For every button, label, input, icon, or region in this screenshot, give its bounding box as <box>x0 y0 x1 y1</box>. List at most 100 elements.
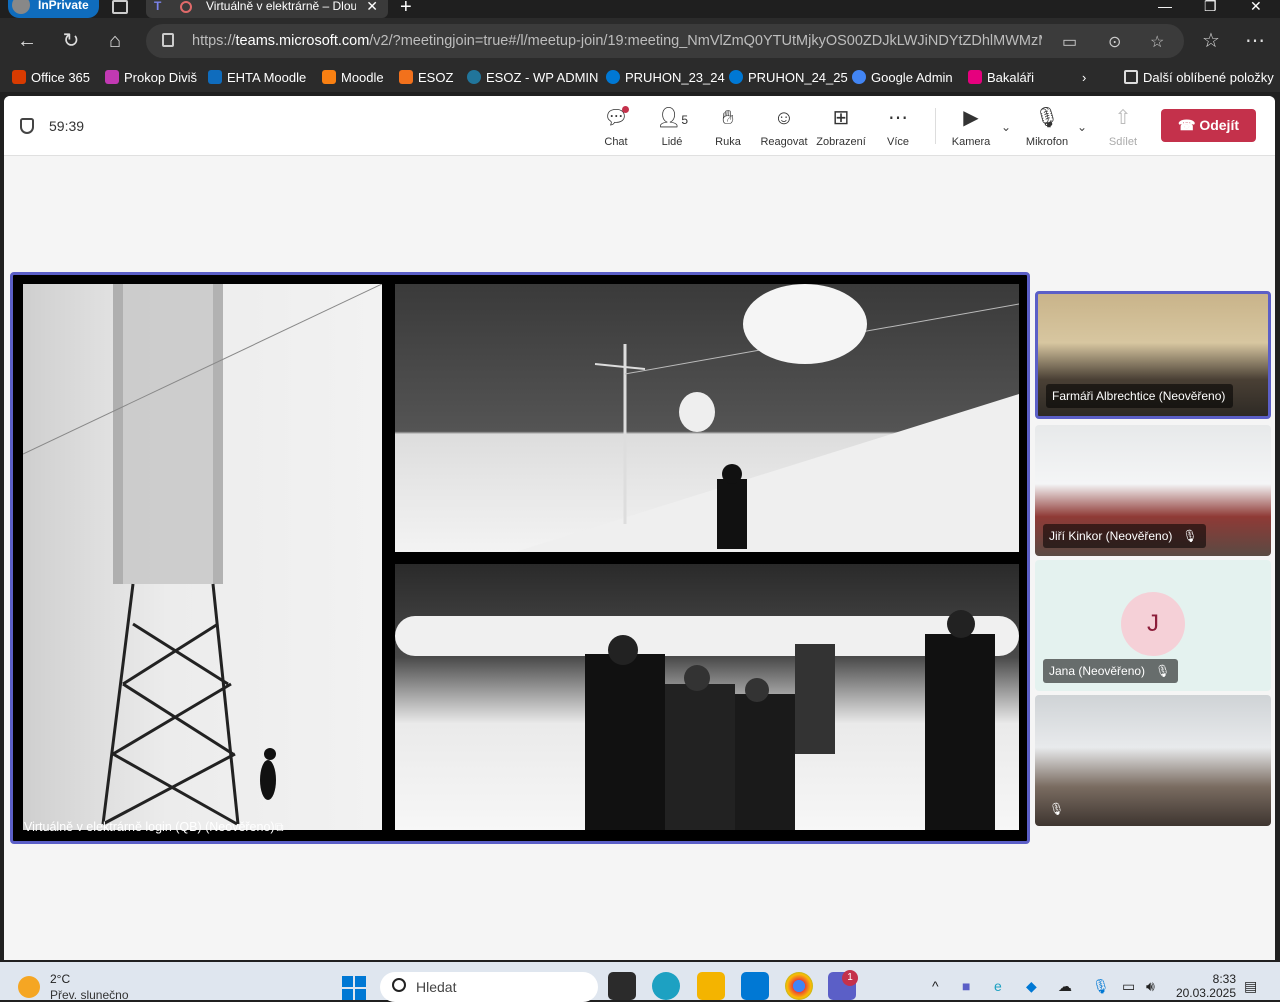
bookmark-prokop-divis[interactable]: Prokop Diviš <box>105 70 197 85</box>
chat-icon: 💬︎ <box>603 107 629 129</box>
store-icon[interactable] <box>741 972 769 1000</box>
chat-button[interactable]: 💬︎ Chat <box>588 106 644 148</box>
task-view-icon[interactable] <box>608 972 636 1000</box>
home-icon[interactable]: ⌂ <box>102 28 128 54</box>
lock-icon <box>162 33 174 47</box>
mic-options-chevron-down-icon[interactable]: ⌄ <box>1077 120 1087 134</box>
edge-tray-icon[interactable]: e <box>994 978 1002 994</box>
participant-tile-farmari[interactable]: Farmáři Albrechtice (Neověřeno) <box>1035 291 1271 419</box>
more-options-circle-icon[interactable]: ⊙ <box>1108 32 1121 52</box>
chat-unread-dot <box>622 106 629 113</box>
taskbar-search[interactable]: Hledat <box>380 972 598 1002</box>
iced-cable-illustration <box>515 284 1019 552</box>
mic-off-icon: 🎙︎ <box>1049 802 1065 816</box>
close-window-icon[interactable]: ✕ <box>1250 0 1262 15</box>
share-icon: ⇧ <box>1114 107 1132 129</box>
other-favorites-folder[interactable]: Další oblíbené položky <box>1124 70 1274 85</box>
shield-icon[interactable] <box>20 118 34 134</box>
people-button[interactable]: 👤︎5 Lidé <box>644 106 700 148</box>
bookmark-esoz[interactable]: ESOZ <box>399 70 453 85</box>
shared-screen-stage[interactable]: Virtuálně v elektrárně login (QB) (Neově… <box>10 272 1030 844</box>
mic-in-use-icon[interactable]: 🎙︎ <box>1092 978 1110 995</box>
participant-tile-jana[interactable]: J Jana (Neověřeno) 🎙︎ <box>1035 560 1271 691</box>
search-icon <box>392 978 406 992</box>
onedrive-tray-icon[interactable]: ☁ <box>1058 978 1072 995</box>
share-button[interactable]: ⇧ Sdílet <box>1095 106 1151 148</box>
inprivate-badge[interactable]: InPrivate <box>8 0 99 18</box>
photo-frozen-tower <box>23 284 382 830</box>
camera-button[interactable]: ▶︎ Kamera <box>943 106 999 148</box>
favorite-star-icon[interactable]: ☆ <box>1150 32 1164 52</box>
bookmark-bakalari[interactable]: Bakaláři <box>968 70 1034 85</box>
screen-share-icon: ⧉ <box>275 820 284 834</box>
refresh-icon[interactable]: ↻ <box>58 28 84 54</box>
react-button[interactable]: ☺ Reagovat <box>756 106 812 148</box>
restore-icon[interactable]: ❐ <box>1204 0 1217 15</box>
address-bar[interactable]: https://teams.microsoft.com/v2/?meetingj… <box>146 24 1184 58</box>
browser-tab-active[interactable]: T Virtuálně v elektrárně – Dlouhodobé ✕ <box>146 0 388 18</box>
inprivate-label: InPrivate <box>38 0 89 12</box>
frozen-tower-illustration <box>23 284 382 826</box>
bookmark-pruhon-23-24[interactable]: PRUHON_23_24 <box>606 70 725 85</box>
chrome-icon[interactable] <box>785 972 813 1000</box>
bookmarks-overflow-icon[interactable]: › <box>1082 70 1086 85</box>
bookmarks-bar: Office 365 Prokop Diviš EHTA Moodle Mood… <box>0 64 1280 92</box>
notifications-icon[interactable]: ▤ <box>1244 978 1257 995</box>
new-tab-icon[interactable]: + <box>400 0 412 19</box>
bookmark-pruhon-24-25[interactable]: PRUHON_24_25 <box>729 70 848 85</box>
teams-tray-icon[interactable]: ■ <box>962 978 970 994</box>
camera-options-chevron-down-icon[interactable]: ⌄ <box>1001 120 1011 134</box>
leave-button[interactable]: ☎︎ Odejít <box>1161 109 1256 142</box>
toolbar-divider <box>935 108 936 144</box>
participant-tile-classroom[interactable]: 🎙︎ <box>1035 695 1271 826</box>
tab-title: Virtuálně v elektrárně – Dlouhodobé <box>206 0 356 13</box>
folder-icon <box>1124 70 1138 84</box>
grid-view-icon: ⊞ <box>832 107 850 129</box>
stage-presenter-name: Virtuálně v elektrárně login (QB) (Neově… <box>24 820 275 834</box>
google-admin-icon <box>852 70 866 84</box>
weather-temperature: 2°C <box>50 972 71 986</box>
participant-name: Jana (Neověřeno) 🎙︎ <box>1043 659 1179 683</box>
more-button[interactable]: ⋯ Více <box>870 106 926 148</box>
edge-icon[interactable] <box>652 972 680 1000</box>
bookmark-ehta-moodle[interactable]: EHTA Moodle <box>208 70 306 85</box>
bookmark-office365[interactable]: Office 365 <box>12 70 90 85</box>
clock-date: 20.03.2025 <box>1175 986 1236 1000</box>
mic-off-icon: 🎙︎ <box>1155 664 1171 678</box>
raise-hand-button[interactable]: ✋︎ Ruka <box>700 106 756 148</box>
camera-permission-icon[interactable]: ▭ <box>1062 32 1077 52</box>
view-button[interactable]: ⊞ Zobrazení <box>813 106 869 148</box>
defender-tray-icon[interactable]: ◆ <box>1026 978 1037 995</box>
favorites-icon[interactable]: ☆ <box>1198 28 1224 54</box>
windows-start-icon[interactable] <box>342 976 366 1000</box>
network-icon[interactable]: ▭ <box>1122 978 1135 995</box>
teams-notification-badge: 1 <box>842 970 858 986</box>
file-explorer-icon[interactable] <box>697 972 725 1000</box>
volume-icon[interactable]: 🔊︎ <box>1146 978 1155 995</box>
esoz-icon <box>399 70 413 84</box>
profile-avatar-icon <box>12 0 30 14</box>
teams-meeting-window: 59:39 💬︎ Chat 👤︎5 Lidé ✋︎ Ruka ☺ Reagova… <box>4 96 1275 960</box>
onedrive-icon <box>729 70 743 84</box>
windows-taskbar: 2°C Přev. slunečno Hledat 1 ^ ■ e ◆ ☁ 🎙︎… <box>0 962 1280 1002</box>
tray-overflow-chevron-up-icon[interactable]: ^ <box>932 978 939 994</box>
taskbar-clock[interactable]: 8:33 20.03.2025 <box>1172 972 1236 1000</box>
participant-tile-kinkor[interactable]: Jiří Kinkor (Neověřeno) 🎙︎ <box>1035 425 1271 556</box>
tab-close-icon[interactable]: ✕ <box>366 0 378 15</box>
browser-title-bar: InPrivate T Virtuálně v elektrárně – Dlo… <box>0 0 1280 18</box>
bookmark-esoz-wp-admin[interactable]: ESOZ - WP ADMIN <box>467 70 598 85</box>
recording-icon <box>180 1 192 13</box>
back-icon[interactable]: ← <box>14 28 40 54</box>
teams-favicon-icon: T <box>154 0 162 13</box>
photo-workers-snow <box>395 564 1019 830</box>
bookmark-moodle[interactable]: Moodle <box>322 70 384 85</box>
meeting-timer: 59:39 <box>49 118 85 134</box>
minimize-icon[interactable]: — <box>1158 0 1172 14</box>
avatar: J <box>1121 592 1185 656</box>
bookmark-icon <box>105 70 119 84</box>
bookmark-google-admin[interactable]: Google Admin <box>852 70 953 85</box>
tab-actions-icon[interactable] <box>112 0 128 14</box>
settings-more-icon[interactable]: ⋯ <box>1242 28 1268 54</box>
url-text[interactable]: https://teams.microsoft.com/v2/?meetingj… <box>192 33 1042 49</box>
microphone-button[interactable]: 🎙︎ Mikrofon <box>1019 106 1075 148</box>
